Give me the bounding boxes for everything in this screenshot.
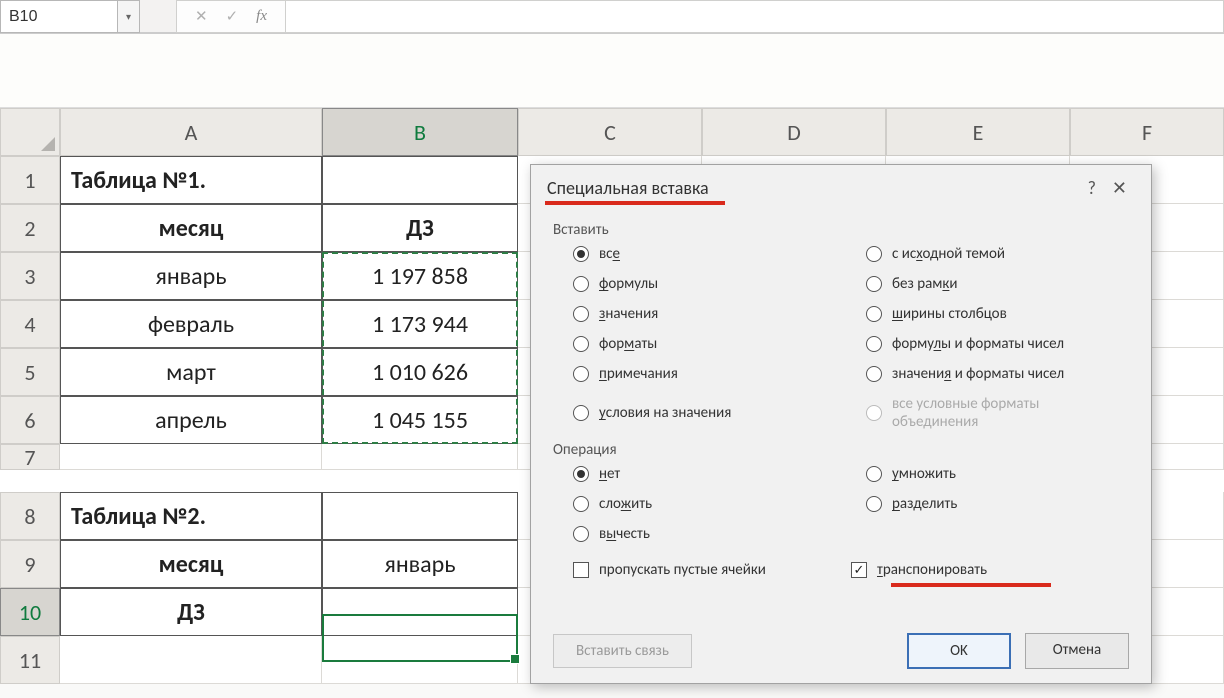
radio-formats[interactable]: форматы [573, 335, 836, 353]
ribbon-collapsed-area [0, 34, 1224, 108]
select-all-corner[interactable] [0, 108, 60, 156]
row-header-11[interactable]: 11 [0, 636, 60, 684]
radio-op-subtract[interactable]: вычесть [573, 525, 836, 543]
cell-B4[interactable]: 1 173 944 [322, 300, 518, 348]
row-header-6[interactable]: 6 [0, 396, 60, 444]
col-header-C[interactable]: C [518, 108, 702, 156]
paste-special-dialog: Специальная вставка ? ✕ Вставить все с и… [530, 164, 1152, 684]
radio-all[interactable]: все [573, 245, 836, 263]
accept-formula-icon[interactable]: ✓ [226, 7, 239, 26]
row-header-3[interactable]: 3 [0, 252, 60, 300]
cell-B10[interactable] [322, 588, 518, 636]
formula-bar: ▾ ✕ ✓ fx [0, 0, 1224, 34]
radio-comments[interactable]: примечания [573, 365, 836, 383]
cell-A4[interactable]: февраль [60, 300, 322, 348]
radio-op-multiply[interactable]: умножить [866, 465, 1129, 483]
fx-icon[interactable]: fx [256, 8, 267, 25]
cell-B7[interactable] [322, 444, 518, 470]
formula-input[interactable] [286, 0, 1224, 33]
cell-B9[interactable]: январь [322, 540, 518, 588]
col-header-B[interactable]: B [322, 108, 518, 156]
radio-source-theme[interactable]: с исходной темой [866, 245, 1129, 263]
cell-A8[interactable]: Таблица №2. [60, 492, 322, 540]
group-insert-label: Вставить [553, 221, 1129, 239]
radio-values-numfmt[interactable]: значения и форматы чисел [866, 365, 1129, 383]
row-header-7[interactable]: 7 [0, 444, 60, 470]
col-header-D[interactable]: D [702, 108, 886, 156]
cell-B1[interactable] [322, 156, 518, 204]
row-header-9[interactable]: 9 [0, 540, 60, 588]
radio-formulas[interactable]: формулы [573, 275, 836, 293]
cell-B11[interactable] [322, 636, 518, 684]
annotation-underline-transpose [891, 583, 1051, 587]
cell-B5[interactable]: 1 010 626 [322, 348, 518, 396]
col-header-A[interactable]: A [60, 108, 322, 156]
cell-A6[interactable]: апрель [60, 396, 322, 444]
cell-A11[interactable] [60, 636, 322, 684]
cell-B6[interactable]: 1 045 155 [322, 396, 518, 444]
dialog-title: Специальная вставка [547, 177, 709, 199]
cell-B3[interactable]: 1 197 858 [322, 252, 518, 300]
row-header-8[interactable]: 8 [0, 492, 60, 540]
radio-validation[interactable]: условия на значения [573, 395, 836, 431]
annotation-underline-title [545, 201, 725, 205]
dialog-close-icon[interactable]: ✕ [1104, 177, 1135, 199]
check-skip-blanks[interactable]: пропускать пустые ячейки [573, 561, 851, 579]
radio-op-divide[interactable]: разделить [866, 495, 1129, 513]
radio-formulas-numfmt[interactable]: формулы и форматы чисел [866, 335, 1129, 353]
radio-no-border[interactable]: без рамки [866, 275, 1129, 293]
row-header-1[interactable]: 1 [0, 156, 60, 204]
cell-A1[interactable]: Таблица №1. [60, 156, 322, 204]
radio-cond-formats: все условные форматы объединения [866, 395, 1129, 431]
ok-button[interactable]: OK [907, 633, 1011, 669]
radio-op-none[interactable]: нет [573, 465, 836, 483]
radio-col-widths[interactable]: ширины столбцов [866, 305, 1129, 323]
row-header-4[interactable]: 4 [0, 300, 60, 348]
group-operation-label: Операция [553, 441, 1129, 459]
name-box-dropdown[interactable]: ▾ [118, 0, 140, 33]
cell-A5[interactable]: март [60, 348, 322, 396]
radio-values[interactable]: значения [573, 305, 836, 323]
cell-A10[interactable]: ДЗ [60, 588, 322, 636]
row-header-2[interactable]: 2 [0, 204, 60, 252]
cell-B2[interactable]: ДЗ [322, 204, 518, 252]
col-header-E[interactable]: E [886, 108, 1070, 156]
formula-buttons: ✕ ✓ fx [176, 0, 286, 33]
check-transpose[interactable]: транспонировать [851, 561, 1129, 579]
name-box[interactable] [0, 0, 118, 33]
cell-A3[interactable]: январь [60, 252, 322, 300]
col-header-F[interactable]: F [1070, 108, 1224, 156]
cell-A2[interactable]: месяц [60, 204, 322, 252]
dialog-help-icon[interactable]: ? [1080, 177, 1104, 199]
cancel-button[interactable]: Отмена [1025, 633, 1129, 669]
row-header-10[interactable]: 10 [0, 588, 60, 636]
paste-link-button: Вставить связь [553, 634, 692, 668]
row-header-5[interactable]: 5 [0, 348, 60, 396]
cell-B8[interactable] [322, 492, 518, 540]
cancel-formula-icon[interactable]: ✕ [195, 7, 208, 26]
radio-op-add[interactable]: сложить [573, 495, 836, 513]
cell-A9[interactable]: месяц [60, 540, 322, 588]
cell-A7[interactable] [60, 444, 322, 470]
